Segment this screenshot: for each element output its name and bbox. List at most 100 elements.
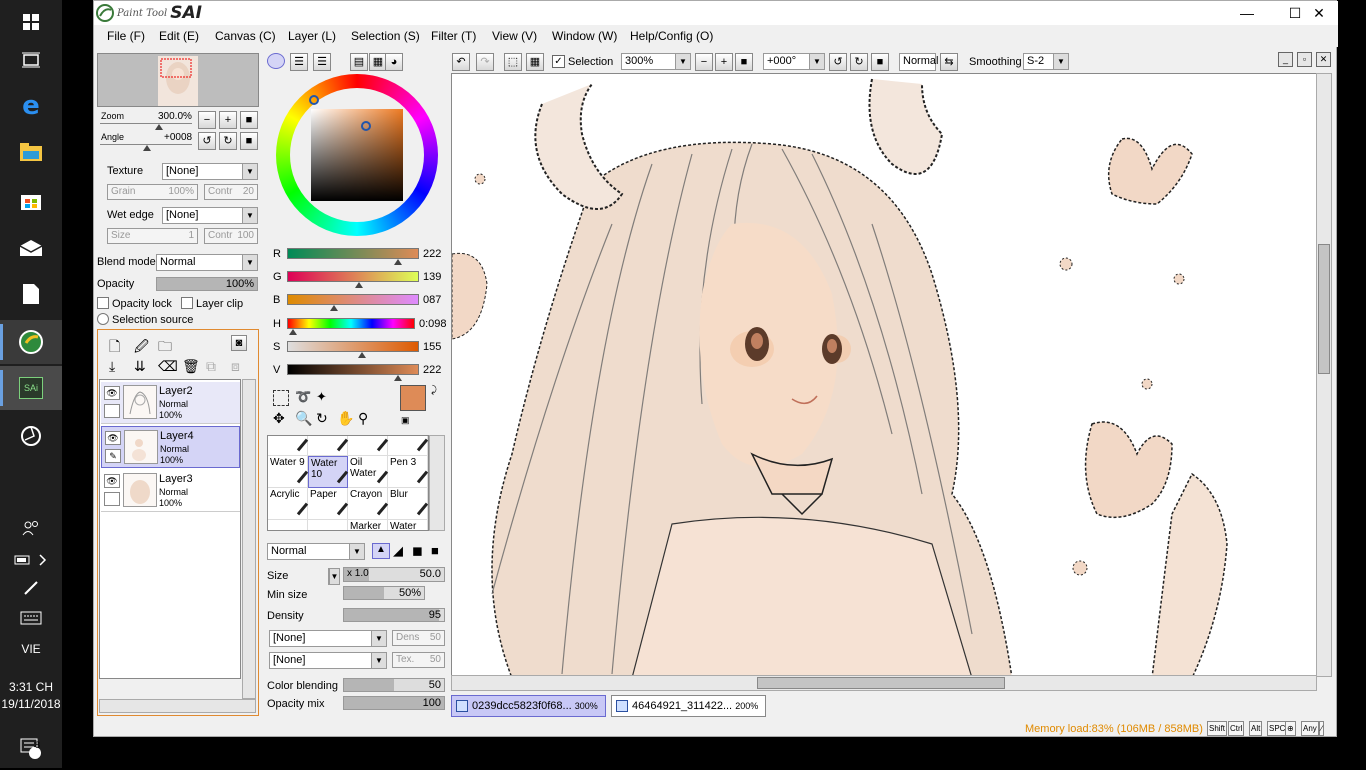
brush-tool-cell[interactable]: Acrylic (268, 488, 309, 520)
brush-tool-cell[interactable]: Blur (388, 488, 428, 520)
texture-dropdown[interactable]: [None] ▼ (162, 163, 258, 180)
swatches-tab[interactable]: ▤ (350, 53, 368, 71)
saturation-value-square[interactable] (311, 109, 403, 201)
any-key-indicator[interactable]: Any (1301, 721, 1319, 736)
zoom-slider[interactable] (100, 123, 192, 124)
transfer-down-icon[interactable]: ⤓ (109, 358, 115, 375)
menu-window[interactable]: Window (W) (552, 29, 617, 43)
mail-button[interactable] (0, 226, 62, 270)
hsv-slider-tab[interactable]: ☰ (313, 53, 331, 71)
menu-file[interactable]: File (F) (107, 29, 145, 43)
merge-down-icon[interactable]: ⇊ (134, 358, 146, 375)
wet-edge-dropdown[interactable]: [None] ▼ (162, 207, 258, 224)
brush-tool-cell[interactable]: Bucket (268, 436, 309, 456)
smoothing-dropdown[interactable]: S-2 ▼ (1023, 53, 1069, 70)
eye-icon[interactable]: 👁 (104, 386, 120, 400)
clear-layer-icon[interactable]: ⌫ (158, 358, 178, 375)
brush-shape-square[interactable]: ■ (431, 543, 439, 558)
new-folder-icon[interactable]: 🗀 (158, 336, 172, 360)
opacity-mix-slider[interactable]: 100 (343, 696, 445, 710)
zoom-slider-thumb[interactable] (155, 124, 163, 130)
file-explorer-button[interactable] (0, 130, 62, 174)
opacity-lock-checkbox[interactable] (97, 297, 109, 309)
horizontal-scroll-thumb[interactable] (757, 677, 1005, 689)
brush-tool-cell[interactable]: Crayon (348, 488, 389, 520)
store-button[interactable] (0, 178, 62, 222)
brush-tool-cell[interactable]: Water 9 (268, 456, 309, 488)
blue-slider-thumb[interactable] (330, 305, 338, 311)
menu-filter[interactable]: Filter (T) (431, 29, 476, 43)
primary-color-swatch[interactable] (400, 385, 426, 411)
minimize-button[interactable]: — (1224, 1, 1270, 25)
brush-tool-cell[interactable]: Oil Water (348, 456, 389, 488)
value-slider[interactable] (287, 364, 419, 375)
transparent-color-icon[interactable]: ▣ (401, 415, 410, 426)
rotate-left-button[interactable]: ↺ (829, 53, 847, 71)
color-blending-slider[interactable]: 50 (343, 678, 445, 692)
keyboard-button[interactable] (0, 596, 62, 640)
value-slider-thumb[interactable] (394, 375, 402, 381)
layer-row-selected[interactable]: 👁 ✎ Layer4 Normal 100% (101, 426, 240, 468)
nav-rotate-right-button[interactable]: ↻ (219, 132, 237, 150)
eyedropper-icon[interactable]: ⚲ (358, 410, 368, 427)
layer-row[interactable]: 👁 Layer2 Normal 100% (101, 382, 240, 424)
clock-date[interactable]: 19/11/2018 (0, 697, 62, 711)
layer-mask-button[interactable]: ◙ (231, 335, 247, 351)
canvas-vertical-scrollbar[interactable] (1316, 73, 1332, 677)
rect-select-icon[interactable] (273, 390, 289, 406)
brush-size-multiplier-arrow[interactable]: ▼ (328, 568, 340, 585)
rgb-slider-tab[interactable]: ☰ (290, 53, 308, 71)
selection-source-radio[interactable] (97, 313, 109, 325)
move-icon[interactable]: ✥ (273, 410, 285, 427)
eye-icon[interactable]: 👁 (105, 431, 121, 445)
menu-canvas[interactable]: Canvas (C) (215, 29, 276, 43)
task-view-button[interactable] (0, 38, 62, 82)
mdi-close-button[interactable]: ✕ (1316, 52, 1331, 67)
brush-texture-dropdown-2[interactable]: [None] ▼ (269, 652, 387, 669)
selection-checkbox[interactable]: ✓ (552, 55, 565, 68)
saturation-slider[interactable] (287, 341, 419, 352)
brush-shape-flat[interactable]: ◼ (412, 543, 423, 559)
menu-layer[interactable]: Layer (L) (288, 29, 336, 43)
brush-blend-dropdown[interactable]: Normal ▼ (267, 543, 365, 560)
document-tab-active[interactable]: 0239dcc5823f0f68... 300% (451, 695, 606, 717)
brush-shape-round[interactable]: ◢ (393, 543, 403, 559)
document-button[interactable] (0, 272, 62, 316)
brush-texture-dropdown-1[interactable]: [None] ▼ (269, 630, 387, 647)
layer-row[interactable]: 👁 Layer3 Normal 100% (101, 470, 240, 512)
brush-tool-cell[interactable] (308, 520, 348, 530)
brush-tool-cell[interactable]: Binary (308, 436, 349, 456)
view-blend-mode[interactable]: Normal (899, 53, 938, 71)
krita-button[interactable] (0, 320, 62, 364)
aperture-app-button[interactable] (0, 414, 62, 458)
nav-rotate-left-button[interactable]: ↺ (198, 132, 216, 150)
brush-size-slider[interactable]: x 1.0 50.0 (343, 567, 445, 582)
rotate-reset-button[interactable]: ■ (871, 53, 889, 71)
green-slider[interactable] (287, 271, 419, 282)
color-wheel[interactable] (276, 74, 438, 236)
red-slider[interactable] (287, 248, 419, 259)
mdi-minimize-button[interactable]: _ (1278, 52, 1293, 67)
undo-button[interactable]: ↶ (452, 53, 470, 71)
brush-tool-cell[interactable]: Pen 3 (388, 456, 428, 488)
hue-slider[interactable] (287, 318, 415, 329)
sv-picker[interactable] (361, 121, 371, 131)
new-layer-icon[interactable]: 🗋 (109, 336, 120, 360)
zoom-out-button[interactable]: − (695, 53, 713, 71)
brush-grid-scrollbar[interactable] (429, 435, 445, 531)
min-size-slider[interactable]: 50% (343, 586, 425, 600)
zoom-dropdown[interactable]: 300% ▼ (621, 53, 691, 70)
apply-mask-icon[interactable]: ⧈ (231, 358, 240, 375)
clock-time[interactable]: 3:31 CH (0, 680, 62, 694)
brush-tool-cell[interactable]: Water 10 (308, 456, 349, 488)
layer-lock-toggle[interactable] (104, 492, 120, 506)
rotate-right-button[interactable]: ↻ (850, 53, 868, 71)
document-tab[interactable]: 46464921_311422... 200% (611, 695, 766, 717)
saturation-slider-thumb[interactable] (358, 352, 366, 358)
brush-active-icon[interactable]: ✎ (105, 449, 121, 463)
rotate-tool-icon[interactable]: ↻ (316, 410, 328, 427)
nav-zoom-out-button[interactable]: − (198, 111, 216, 129)
sai-taskbar-button[interactable]: SAi (0, 366, 62, 410)
color-wheel-tab[interactable] (267, 53, 285, 69)
language-indicator[interactable]: VIE (0, 642, 62, 656)
